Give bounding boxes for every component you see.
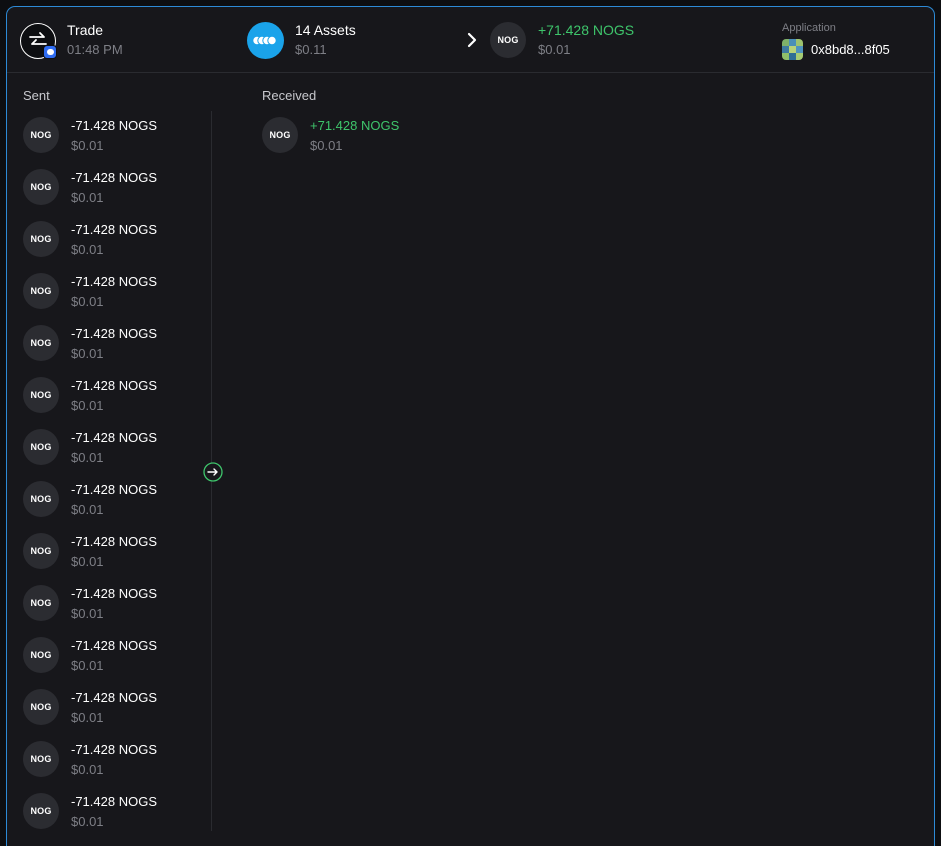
sent-value: $0.01 xyxy=(71,190,104,205)
received-item-value: $0.01 xyxy=(310,138,343,153)
nog-token-icon: NOG xyxy=(262,117,298,153)
nog-token-icon: NOG xyxy=(23,793,59,829)
nog-token-icon: NOG xyxy=(23,325,59,361)
sent-amount: -71.428 NOGS xyxy=(71,222,157,237)
list-item: NOG -71.428 NOGS $0.01 xyxy=(23,377,198,429)
application-avatar-icon xyxy=(782,39,803,60)
swap-icon xyxy=(20,23,57,59)
transaction-card: Trade 01:48 PM 14 Assets $0.11 NOG +71.4… xyxy=(6,6,935,846)
application-info[interactable]: Application 0x8bd8...8f05 xyxy=(782,21,890,87)
sent-value: $0.01 xyxy=(71,606,104,621)
received-amount: +71.428 NOGS xyxy=(538,22,635,38)
nog-token-icon: NOG xyxy=(23,377,59,413)
sent-value: $0.01 xyxy=(71,450,104,465)
list-item: NOG -71.428 NOGS $0.01 xyxy=(23,533,198,585)
sent-label: Sent xyxy=(23,88,50,103)
sent-amount: -71.428 NOGS xyxy=(71,794,157,809)
list-item: NOG -71.428 NOGS $0.01 xyxy=(23,221,198,273)
received-summary: +71.428 NOGS $0.01 xyxy=(538,22,634,88)
list-item: NOG -71.428 NOGS $0.01 xyxy=(23,481,198,533)
assets-count: 14 Assets xyxy=(295,22,356,38)
list-item: NOG -71.428 NOGS $0.01 xyxy=(23,169,198,221)
sent-amount: -71.428 NOGS xyxy=(71,742,157,757)
list-item: NOG -71.428 NOGS $0.01 xyxy=(23,117,198,169)
sent-value: $0.01 xyxy=(71,554,104,569)
nog-token-icon: NOG xyxy=(23,169,59,205)
sent-list: NOG -71.428 NOGS $0.01 NOG -71.428 NOGS $0.0… xyxy=(23,117,198,845)
chevron-right-icon xyxy=(467,32,477,48)
sent-assets-summary: 14 Assets $0.11 xyxy=(295,22,356,88)
nog-token-icon: NOG xyxy=(23,533,59,569)
nog-token-icon: NOG xyxy=(23,273,59,309)
list-item: NOG -71.428 NOGS $0.01 xyxy=(23,741,198,793)
sent-value: $0.01 xyxy=(71,398,104,413)
received-label: Received xyxy=(262,88,317,103)
trade-title: Trade xyxy=(67,22,104,38)
sent-amount: -71.428 NOGS xyxy=(71,638,157,653)
nog-token-icon: NOG xyxy=(23,585,59,621)
nog-token-icon: NOG xyxy=(490,22,526,58)
sent-value: $0.01 xyxy=(71,710,104,725)
list-item: NOG +71.428 NOGS $0.01 xyxy=(262,117,437,169)
received-value: $0.01 xyxy=(538,42,571,57)
assets-value: $0.11 xyxy=(295,42,327,57)
sent-value: $0.01 xyxy=(71,138,104,153)
nog-token-icon: NOG xyxy=(23,689,59,725)
sent-value: $0.01 xyxy=(71,242,104,257)
trade-summary: Trade 01:48 PM xyxy=(67,22,123,88)
nog-token-icon: NOG xyxy=(23,481,59,517)
assets-stack-icon xyxy=(247,22,284,59)
list-item: NOG -71.428 NOGS $0.01 xyxy=(23,273,198,325)
list-item: NOG -71.428 NOGS $0.01 xyxy=(23,429,198,481)
list-item: NOG -71.428 NOGS $0.01 xyxy=(23,585,198,637)
nog-token-icon: NOG xyxy=(23,117,59,153)
arrow-right-circle-icon xyxy=(203,462,223,482)
nog-token-icon: NOG xyxy=(23,741,59,777)
sent-amount: -71.428 NOGS xyxy=(71,430,157,445)
sent-amount: -71.428 NOGS xyxy=(71,170,157,185)
sent-value: $0.01 xyxy=(71,814,104,829)
sent-value: $0.01 xyxy=(71,658,104,673)
sent-value: $0.01 xyxy=(71,502,104,517)
nog-token-icon: NOG xyxy=(23,637,59,673)
application-label: Application xyxy=(782,22,836,34)
nog-token-icon: NOG xyxy=(23,429,59,465)
sent-amount: -71.428 NOGS xyxy=(71,274,157,289)
sent-value: $0.01 xyxy=(71,294,104,309)
sent-amount: -71.428 NOGS xyxy=(71,690,157,705)
sent-amount: -71.428 NOGS xyxy=(71,378,157,393)
sent-amount: -71.428 NOGS xyxy=(71,482,157,497)
list-item: NOG -71.428 NOGS $0.01 xyxy=(23,325,198,377)
received-item-amount: +71.428 NOGS xyxy=(310,118,400,133)
sent-amount: -71.428 NOGS xyxy=(71,586,157,601)
application-address: 0x8bd8...8f05 xyxy=(811,42,890,57)
list-item: NOG -71.428 NOGS $0.01 xyxy=(23,689,198,741)
sent-amount: -71.428 NOGS xyxy=(71,534,157,549)
sent-value: $0.01 xyxy=(71,346,104,361)
list-item: NOG -71.428 NOGS $0.01 xyxy=(23,793,198,845)
nog-token-icon: NOG xyxy=(23,221,59,257)
network-badge-icon xyxy=(43,45,57,59)
list-item: NOG -71.428 NOGS $0.01 xyxy=(23,637,198,689)
sent-amount: -71.428 NOGS xyxy=(71,118,157,133)
transaction-header: Trade 01:48 PM 14 Assets $0.11 NOG +71.4… xyxy=(7,7,934,73)
trade-time: 01:48 PM xyxy=(67,42,123,57)
sent-amount: -71.428 NOGS xyxy=(71,326,157,341)
received-list: NOG +71.428 NOGS $0.01 xyxy=(262,117,437,169)
sent-value: $0.01 xyxy=(71,762,104,777)
